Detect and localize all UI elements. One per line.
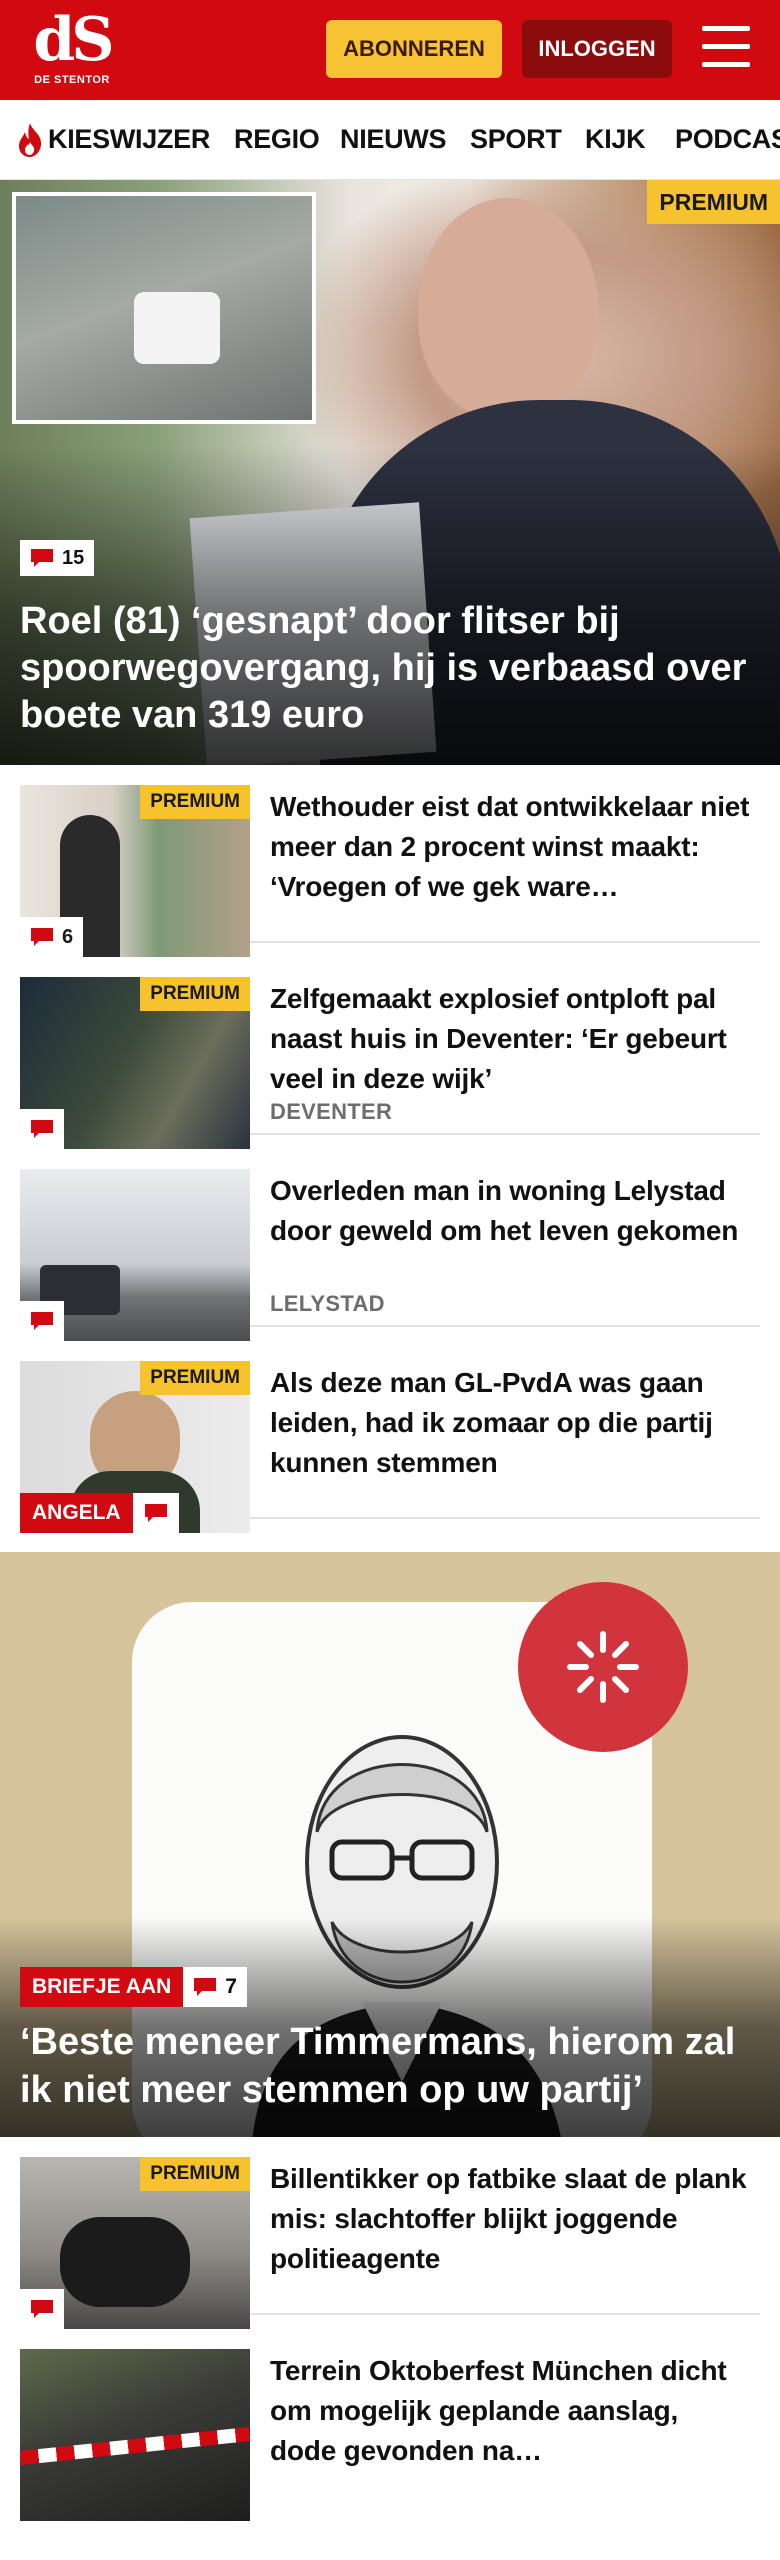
premium-badge: PREMIUM xyxy=(140,977,250,1011)
article-thumbnail: PREMIUM xyxy=(20,977,250,1149)
article-item[interactable]: Terrein Oktoberfest München dicht om mog… xyxy=(20,2329,760,2521)
comment-count-badge[interactable] xyxy=(20,2289,64,2329)
article-headline[interactable]: Als deze man GL-PvdA was gaan leiden, ha… xyxy=(270,1363,750,1483)
logo-subtitle: DE STENTOR xyxy=(34,74,110,86)
feature-article[interactable]: BRIEFJE AAN 7 ‘Beste meneer Timmermans, … xyxy=(0,1552,780,2137)
comment-count-badge[interactable] xyxy=(20,1109,64,1149)
premium-badge: PREMIUM xyxy=(140,785,250,819)
article-headline[interactable]: Wethouder eist dat ontwikkelaar niet mee… xyxy=(270,787,750,907)
thumbnail-police-tape xyxy=(20,2427,250,2465)
thumbnail-fatbike xyxy=(60,2217,190,2307)
article-thumbnail: PREMIUM xyxy=(20,2157,250,2329)
comment-icon xyxy=(144,1504,167,1522)
comment-count-badge[interactable]: 7 xyxy=(183,1967,247,2007)
article-item[interactable]: Overleden man in woning Lelystad door ge… xyxy=(20,1149,760,1341)
comment-icon xyxy=(31,1120,53,1138)
premium-badge: PREMIUM xyxy=(647,180,780,224)
comment-count-badge[interactable] xyxy=(20,1301,64,1341)
logo-mark: dS xyxy=(33,5,114,75)
category-nav: KIESWIJZER REGIO NIEUWS SPORT KIJK PODCA… xyxy=(0,100,780,180)
comment-count-badge[interactable]: 6 xyxy=(20,917,84,957)
article-item[interactable]: PREMIUM 6 Wethouder eist dat ontwikkelaa… xyxy=(20,765,760,957)
comment-icon xyxy=(194,1978,217,1996)
article-thumbnail xyxy=(20,2349,250,2521)
author-name: ANGELA xyxy=(20,1493,133,1533)
article-item[interactable]: PREMIUM Zelfgemaakt explosief ontploft p… xyxy=(20,957,760,1149)
article-item[interactable]: PREMIUM Billentikker op fatbike slaat de… xyxy=(20,2137,760,2329)
comment-count: 15 xyxy=(62,546,85,569)
site-logo[interactable]: dS DE STENTOR xyxy=(22,5,122,92)
nav-item-sport[interactable]: SPORT xyxy=(470,124,562,155)
menu-icon[interactable] xyxy=(702,26,750,70)
article-thumbnail: PREMIUM 6 xyxy=(20,785,250,957)
article-headline[interactable]: Terrein Oktoberfest München dicht om mog… xyxy=(270,2351,750,2471)
car-shape xyxy=(134,292,220,364)
article-item[interactable]: PREMIUM ANGELA Als deze man GL-PvdA was … xyxy=(20,1341,760,1533)
article-headline[interactable]: Overleden man in woning Lelystad door ge… xyxy=(270,1171,750,1251)
hero-headline[interactable]: Roel (81) ‘gesnapt’ door flitser bij spo… xyxy=(20,598,760,739)
feature-headline[interactable]: ‘Beste meneer Timmermans, hierom zal ik … xyxy=(20,2018,770,2114)
comment-count-badge[interactable] xyxy=(132,1493,179,1533)
premium-badge: PREMIUM xyxy=(140,2157,250,2191)
comment-icon xyxy=(31,928,53,946)
nav-item-kijk[interactable]: KIJK xyxy=(585,124,646,155)
author-tag[interactable]: ANGELA xyxy=(20,1493,179,1533)
hero-article[interactable]: PREMIUM 15 Roel (81) ‘gesnapt’ door flit… xyxy=(0,180,780,765)
nav-item-nieuws[interactable]: NIEUWS xyxy=(340,124,447,155)
comment-count-badge[interactable]: 15 xyxy=(20,540,95,576)
nav-item-kieswijzer[interactable]: KIESWIJZER xyxy=(48,124,210,155)
comment-icon xyxy=(31,549,53,567)
hero-inset-photo xyxy=(12,192,316,424)
nav-item-regio[interactable]: REGIO xyxy=(234,124,320,155)
nav-item-podcast[interactable]: PODCAS xyxy=(675,124,780,155)
article-thumbnail xyxy=(20,1169,250,1341)
comment-icon xyxy=(31,1312,53,1330)
article-headline[interactable]: Billentikker op fatbike slaat de plank m… xyxy=(270,2159,750,2279)
feature-section-label[interactable]: BRIEFJE AAN xyxy=(20,1967,184,2007)
premium-badge: PREMIUM xyxy=(140,1361,250,1395)
top-header: dS DE STENTOR ABONNEREN INLOGGEN xyxy=(0,0,780,100)
login-button[interactable]: INLOGGEN xyxy=(522,20,672,78)
feature-label-row: BRIEFJE AAN 7 xyxy=(20,1967,247,2007)
comment-count: 6 xyxy=(62,925,74,948)
flame-icon xyxy=(19,123,42,157)
article-location-tag[interactable]: DEVENTER xyxy=(270,1099,392,1125)
comment-icon xyxy=(31,2300,53,2318)
comment-count: 7 xyxy=(225,1975,237,1998)
article-headline[interactable]: Zelfgemaakt explosief ontploft pal naast… xyxy=(270,979,750,1099)
subscribe-button[interactable]: ABONNEREN xyxy=(326,20,502,78)
article-location-tag[interactable]: LELYSTAD xyxy=(270,1291,385,1317)
article-thumbnail: PREMIUM ANGELA xyxy=(20,1361,250,1533)
hero-image-person xyxy=(418,198,598,418)
